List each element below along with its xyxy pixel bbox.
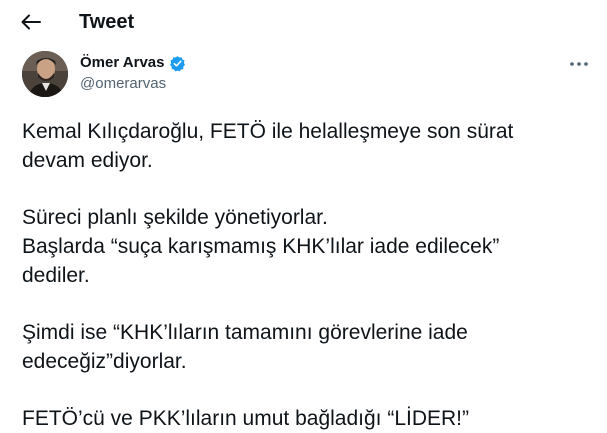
- tweet-line: edeceğiz”diyorlar.: [22, 350, 187, 373]
- tweet-line: Başlarda “suça karışmamış KHK’lılar iade…: [22, 235, 500, 258]
- author-name-row[interactable]: Ömer Arvas: [80, 53, 186, 73]
- page-title: Tweet: [79, 11, 135, 33]
- more-options-button[interactable]: [566, 54, 592, 74]
- tweet-text: Kemal Kılıçdaroğlu, FETÖ ile helalleşmey…: [22, 117, 592, 433]
- tweet-line: FETÖ’cü ve PKK’lıların umut bağladığı “L…: [22, 407, 469, 430]
- tweet-line: Süreci planlı şekilde yönetiyorlar.: [22, 206, 328, 229]
- author-name: Ömer Arvas: [80, 54, 165, 71]
- tweet-header: Tweet: [0, 0, 607, 44]
- tweet-line: dediler.: [22, 264, 90, 287]
- author-handle[interactable]: @omerarvas: [80, 74, 166, 94]
- tweet-line: Şimdi ise “KHK’lıların tamamını görevler…: [22, 321, 468, 344]
- avatar-image: [22, 51, 68, 97]
- tweet-line: devam ediyor.: [22, 149, 153, 172]
- more-horizontal-icon: [570, 62, 588, 66]
- back-button[interactable]: [18, 10, 44, 34]
- tweet-line: Kemal Kılıçdaroğlu, FETÖ ile helalleşmey…: [22, 120, 514, 143]
- avatar[interactable]: [22, 51, 68, 97]
- verified-badge-icon: [169, 55, 185, 71]
- arrow-left-icon: [21, 14, 41, 30]
